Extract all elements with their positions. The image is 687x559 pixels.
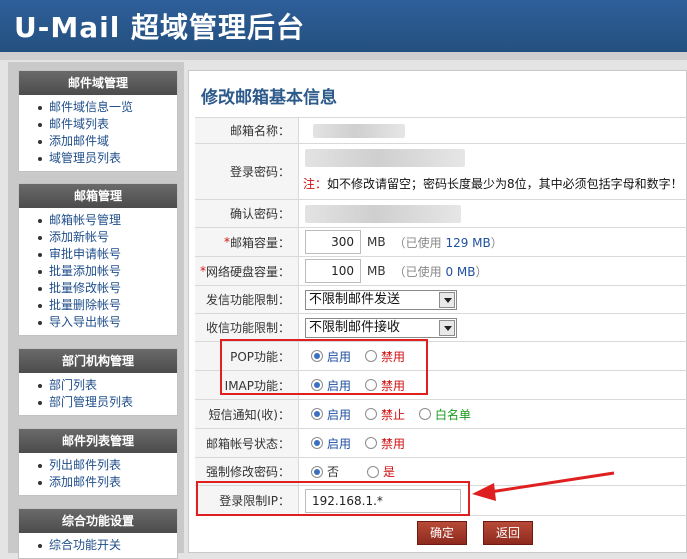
sidebar-section-title: 邮箱管理 [19, 184, 177, 208]
annotation-arrow [472, 471, 615, 501]
row-sms-notify: 短信通知(收)： 启用 禁止 白名单 [195, 399, 687, 428]
app-title: U-Mail 超域管理后台 [14, 11, 306, 44]
receive-limit-value: 不限制邮件接收 [305, 314, 457, 341]
netdisk-used-value: 0 MB [445, 264, 476, 279]
sidebar-item-import-export[interactable]: 导入导出帐号 [19, 314, 177, 331]
mailbox-used-value: 129 MB [445, 235, 491, 250]
mailbox-capacity-value: 300 MB （已使用 129 MB） [305, 228, 503, 256]
sidebar-item-department-admins[interactable]: 部门管理员列表 [19, 394, 177, 411]
header-divider [0, 52, 687, 60]
row-account-status: 邮箱帐号状态： 启用 禁用 [195, 428, 687, 457]
row-receive-limit: 收信功能限制： 不限制邮件接收 [195, 313, 687, 341]
send-limit-label: 发信功能限制： [195, 286, 299, 313]
sidebar-item-batch-delete[interactable]: 批量删除帐号 [19, 297, 177, 314]
sidebar-section-department: 部门机构管理 部门列表 部门管理员列表 [18, 348, 178, 416]
radio-checked-icon [311, 408, 323, 420]
account-status-label: 邮箱帐号状态： [195, 429, 299, 457]
sidebar-section-title: 部门机构管理 [19, 349, 177, 373]
sidebar: 邮件域管理 邮件域信息一览 邮件域列表 添加邮件域 域管理员列表 邮箱管理 邮箱… [8, 62, 184, 559]
sidebar-item-add-mailing[interactable]: 添加邮件列表 [19, 474, 177, 491]
highlight-box-pop-imap [220, 339, 428, 395]
sidebar-item-list-mailing[interactable]: 列出邮件列表 [19, 457, 177, 474]
sidebar-item-batch-edit[interactable]: 批量修改帐号 [19, 280, 177, 297]
app-header: U-Mail 超域管理后台 [0, 0, 687, 52]
row-netdisk-capacity: * 网络硬盘容量： 100 MB （已使用 0 MB） [195, 256, 687, 285]
redacted-confirm-password [305, 204, 461, 223]
netdisk-capacity-input[interactable]: 100 [305, 259, 361, 283]
sms-disable-radio[interactable]: 禁止 [365, 406, 405, 423]
sidebar-item-add-account[interactable]: 添加新帐号 [19, 229, 177, 246]
sms-enable-radio[interactable]: 启用 [311, 406, 351, 423]
page-title: 修改邮箱基本信息 [201, 88, 337, 108]
account-status-options: 启用 禁用 [311, 429, 419, 457]
sidebar-section-mailing-list: 邮件列表管理 列出邮件列表 添加邮件列表 [18, 428, 178, 496]
redacted-password [305, 149, 465, 167]
radio-unchecked-icon [365, 408, 378, 420]
sidebar-item-department-list[interactable]: 部门列表 [19, 377, 177, 394]
back-button[interactable]: 返回 [483, 521, 534, 545]
radio-checked-icon [311, 437, 323, 449]
row-mailbox-capacity: * 邮箱容量： 300 MB （已使用 129 MB） [195, 227, 687, 256]
radio-unchecked-icon [419, 408, 432, 420]
radio-unchecked-icon [367, 465, 380, 478]
netdisk-capacity-label: * 网络硬盘容量： [195, 257, 299, 285]
mailbox-capacity-unit: MB [367, 235, 386, 249]
mailbox-capacity-input[interactable]: 300 [305, 230, 361, 254]
chevron-down-icon [439, 291, 455, 308]
sidebar-item-domain-admins[interactable]: 域管理员列表 [19, 150, 177, 167]
send-limit-select[interactable]: 不限制邮件发送 [305, 289, 457, 310]
sidebar-item-domain-list[interactable]: 邮件域列表 [19, 116, 177, 133]
sidebar-section-title: 邮件域管理 [19, 71, 177, 95]
netdisk-capacity-unit: MB [367, 264, 386, 278]
sidebar-item-domain-overview[interactable]: 邮件域信息一览 [19, 99, 177, 116]
sidebar-section-domain: 邮件域管理 邮件域信息一览 邮件域列表 添加邮件域 域管理员列表 [18, 70, 178, 172]
chevron-down-icon [439, 319, 455, 336]
sidebar-item-add-domain[interactable]: 添加邮件域 [19, 133, 177, 150]
netdisk-capacity-value: 100 MB （已使用 0 MB） [305, 257, 488, 285]
radio-checked-icon [311, 465, 323, 478]
sms-notify-label: 短信通知(收)： [195, 400, 299, 428]
send-limit-value: 不限制邮件发送 [305, 286, 457, 313]
redacted-mailbox-name [313, 123, 405, 138]
sms-whitelist-radio[interactable]: 白名单 [419, 406, 471, 423]
row-mailbox-name: 邮箱名称： [195, 117, 687, 143]
force-pw-yes-radio[interactable]: 是 [367, 463, 395, 480]
sidebar-section-title: 综合功能设置 [19, 509, 177, 533]
password-label: 登录密码： [195, 144, 299, 199]
status-disable-radio[interactable]: 禁用 [365, 435, 405, 452]
confirm-password-field[interactable] [305, 200, 461, 227]
receive-limit-select[interactable]: 不限制邮件接收 [305, 317, 457, 338]
radio-unchecked-icon [365, 437, 378, 449]
sidebar-item-feature-toggles[interactable]: 综合功能开关 [19, 537, 177, 554]
sidebar-section-title: 邮件列表管理 [19, 429, 177, 453]
force-pw-no-radio[interactable]: 否 [311, 463, 339, 480]
sidebar-item-approve-account[interactable]: 审批申请帐号 [19, 246, 177, 263]
mailbox-capacity-label: * 邮箱容量： [195, 228, 299, 256]
sidebar-section-mailbox: 邮箱管理 邮箱帐号管理 添加新帐号 审批申请帐号 批量添加帐号 批量修改帐号 批… [18, 183, 178, 336]
mailbox-name-label: 邮箱名称： [195, 118, 299, 143]
mailbox-name-value [313, 118, 405, 143]
password-note-prefix: 注： [303, 176, 328, 191]
sms-notify-options: 启用 禁止 白名单 [311, 400, 485, 428]
row-confirm-password: 确认密码： [195, 199, 687, 227]
sidebar-item-account-manage[interactable]: 邮箱帐号管理 [19, 212, 177, 229]
sidebar-item-batch-add[interactable]: 批量添加帐号 [19, 263, 177, 280]
highlight-box-login-ip [196, 481, 470, 516]
password-note-text: 如不修改请留空；密码长度最少为8位，其中必须包括字母和数字！ [327, 176, 683, 191]
receive-limit-label: 收信功能限制： [195, 314, 299, 341]
password-field[interactable] [305, 148, 465, 168]
row-password: 登录密码： 注：如不修改请留空；密码长度最少为8位，其中必须包括字母和数字！ [195, 143, 687, 199]
row-send-limit: 发信功能限制： 不限制邮件发送 [195, 285, 687, 313]
status-enable-radio[interactable]: 启用 [311, 435, 351, 452]
sidebar-section-settings: 综合功能设置 综合功能开关 [18, 508, 178, 559]
confirm-button[interactable]: 确定 [417, 521, 468, 545]
confirm-password-label: 确认密码： [195, 200, 299, 227]
password-note: 注：如不修改请留空；密码长度最少为8位，其中必须包括字母和数字！ [303, 174, 683, 192]
